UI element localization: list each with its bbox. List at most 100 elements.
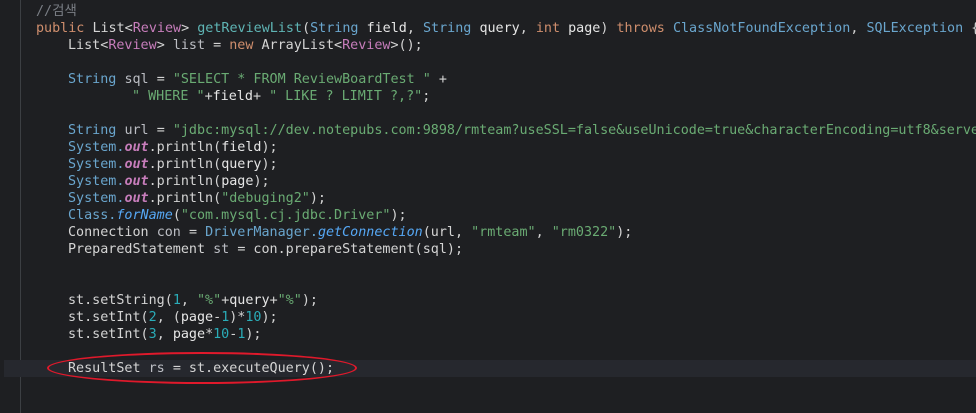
code-line[interactable]: st.setInt(2, (page-1)*10); (68, 309, 278, 326)
code-token: st (213, 242, 238, 257)
code-token: page (180, 310, 214, 325)
code-token: ); (390, 208, 407, 223)
code-token: "%" (277, 293, 302, 308)
code-token: out (124, 174, 149, 189)
code-line[interactable]: System.out.println(field); (68, 139, 278, 156)
code-token: = (156, 72, 173, 87)
code-token: ) (600, 21, 617, 36)
code-token: ); (616, 225, 633, 240)
code-line[interactable]: public List<Review> getReviewList(String… (36, 20, 976, 37)
code-token: out (124, 140, 149, 155)
code-token: .println( (148, 157, 222, 172)
code-token: url (124, 123, 157, 138)
code-token: " LIKE ? LIMIT ?,?" (269, 89, 423, 104)
code-token: .println( (148, 140, 222, 155)
code-token: out (124, 157, 149, 172)
code-token: Review (132, 21, 182, 36)
code-line[interactable]: st.setInt(3, page*10-1); (68, 326, 262, 343)
code-token: int (535, 21, 569, 36)
red-annotation-circle (47, 352, 357, 384)
code-line[interactable]: " WHERE "+field+ " LIKE ? LIMIT ?,?"; (132, 88, 430, 105)
code-line[interactable]: String sql = "SELECT * FROM ReviewBoardT… (68, 71, 447, 88)
code-token: (url, (422, 225, 472, 240)
code-token: - (213, 310, 222, 325)
code-line[interactable]: st.setString(1, "%"+query+"%"); (68, 292, 318, 309)
code-token: ); (253, 174, 270, 189)
code-token: = (213, 38, 230, 53)
code-token: .println( (148, 174, 222, 189)
code-token: " WHERE " (132, 89, 205, 104)
code-token: page (172, 327, 206, 342)
code-token: "SELECT * FROM ReviewBoardTest " (172, 72, 439, 87)
code-token: String (310, 21, 367, 36)
code-token: new (229, 38, 262, 53)
code-line[interactable]: //검색 (36, 3, 77, 20)
code-token: query (221, 157, 262, 172)
code-token: "debuging2" (221, 191, 310, 206)
code-token: , (519, 21, 536, 36)
code-token: , (850, 21, 867, 36)
code-token: , (535, 225, 552, 240)
code-token: 10 (245, 310, 262, 325)
code-token: ; (422, 89, 431, 104)
code-token: query (229, 293, 270, 308)
code-token: ); (245, 327, 262, 342)
code-token: String (68, 123, 125, 138)
code-token: 2 (148, 310, 157, 325)
code-token: , ( (156, 310, 181, 325)
code-line[interactable]: Connection con = DriverManager.getConnec… (68, 224, 632, 241)
code-line[interactable]: Class.forName("com.mysql.cj.jdbc.Driver"… (68, 207, 407, 224)
code-token: page (221, 174, 254, 189)
code-token: ( (172, 208, 181, 223)
code-token: Class. (68, 208, 117, 223)
code-token: System. (68, 174, 125, 189)
code-token: List< (92, 21, 133, 36)
code-token: st.setInt( (68, 327, 149, 342)
code-token: .println( (148, 191, 222, 206)
code-token: > (181, 21, 198, 36)
code-token: "com.mysql.cj.jdbc.Driver" (180, 208, 391, 223)
code-token: Review (342, 38, 391, 53)
code-line[interactable]: System.out.println("debuging2"); (68, 190, 326, 207)
code-editor[interactable]: //검색 public List<Review> getReviewList(St… (0, 0, 976, 413)
code-token: + (269, 293, 278, 308)
code-token: forName (116, 208, 173, 223)
code-token: + (438, 72, 447, 87)
code-token: + (252, 89, 270, 104)
code-token: SQLException (866, 21, 972, 36)
code-token: { (971, 21, 976, 36)
code-line[interactable]: PreparedStatement st = con.prepareStatem… (68, 241, 463, 258)
code-token: ); (261, 157, 278, 172)
code-token: "jdbc:mysql://dev.notepubs.com:9898/rmte… (172, 123, 976, 138)
code-token: > (156, 38, 173, 53)
code-token: Review (108, 38, 157, 53)
code-token: "%" (197, 293, 222, 308)
code-token: "rm0322" (551, 225, 617, 240)
code-token: "rmteam" (471, 225, 536, 240)
code-line[interactable]: System.out.println(query); (68, 156, 278, 173)
code-token: ); (301, 293, 318, 308)
code-token: field (366, 21, 407, 36)
code-token: = con.prepareStatement(sql); (237, 242, 464, 257)
code-line[interactable]: String url = "jdbc:mysql://dev.notepubs.… (68, 122, 976, 139)
code-token: list (172, 38, 214, 53)
code-token: out (124, 191, 149, 206)
code-token: , (406, 21, 423, 36)
code-token: getConnection (317, 225, 423, 240)
code-line[interactable]: System.out.println(page); (68, 173, 270, 190)
code-token: con (156, 225, 189, 240)
code-token: , (156, 327, 173, 342)
code-token: throws (616, 21, 673, 36)
code-line[interactable]: List<Review> list = new ArrayList<Review… (68, 37, 423, 54)
code-token: = (188, 225, 206, 240)
code-token: * (205, 327, 214, 342)
code-token: )* (229, 310, 246, 325)
code-token: //검색 (36, 4, 77, 19)
code-token: PreparedStatement (68, 242, 214, 257)
code-token: = (156, 123, 173, 138)
code-token: String (68, 72, 125, 87)
code-token: ); (261, 310, 278, 325)
code-token: ClassNotFoundException (672, 21, 851, 36)
code-token: public (36, 21, 93, 36)
code-token: DriverManager. (205, 225, 318, 240)
